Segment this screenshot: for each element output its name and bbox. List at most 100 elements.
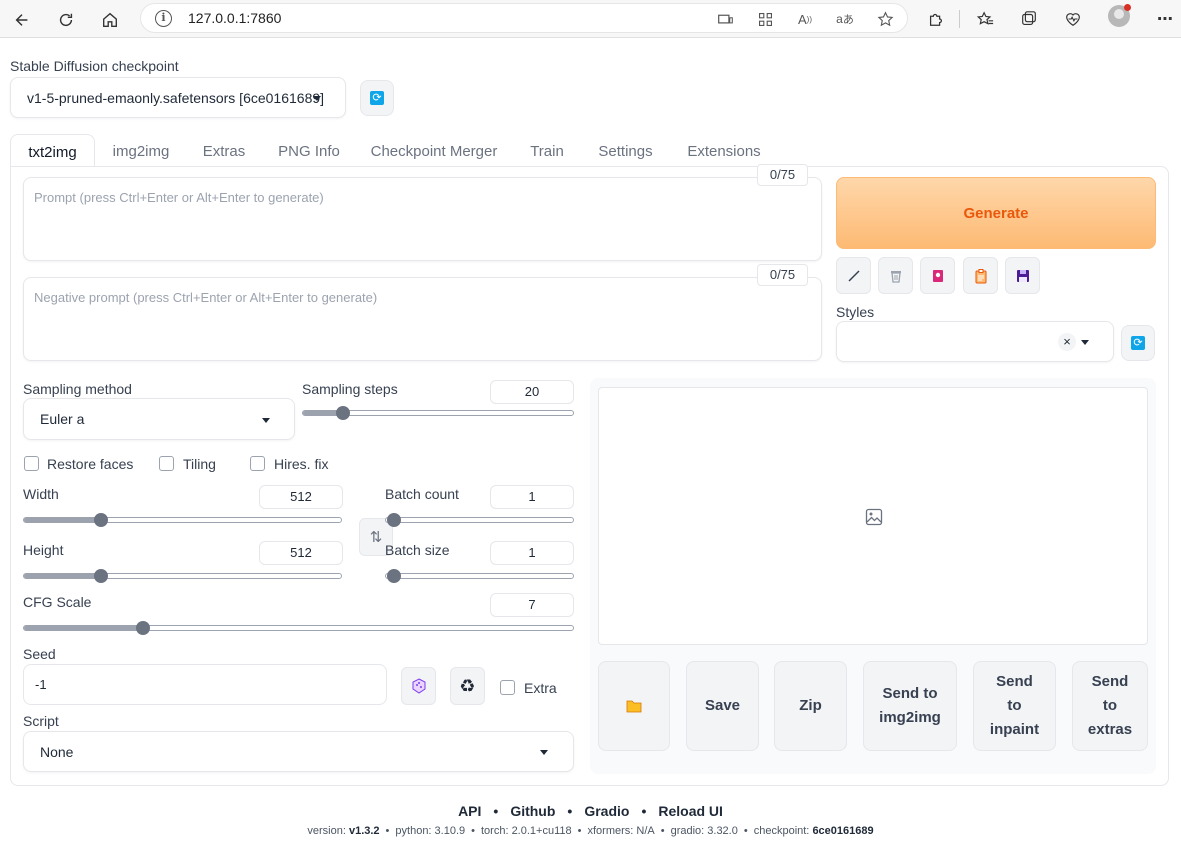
checkpoint-select[interactable]: v1-5-pruned-emaonly.safetensors [6ce0161… [10,77,346,118]
sampling-steps-input[interactable]: 20 [490,380,574,404]
footer-link-github[interactable]: Github [510,803,555,819]
send-to-extras-button[interactable]: Send to extras [1072,661,1148,751]
more-menu-icon[interactable]: ⋯ [1152,6,1178,32]
footer-link-api[interactable]: API [458,803,481,819]
footer-dot: • [660,825,665,837]
negative-prompt-input[interactable]: Negative prompt (press Ctrl+Enter or Alt… [23,277,822,361]
trash-icon [890,270,901,283]
footer-dot: • [471,825,475,837]
image-placeholder-icon [865,508,883,526]
sampling-steps-slider[interactable] [302,406,574,420]
collections-icon[interactable] [1016,6,1042,32]
read-params-button[interactable] [836,257,871,294]
reload-icon[interactable] [52,6,80,34]
negative-prompt-placeholder: Negative prompt (press Ctrl+Enter or Alt… [34,290,378,305]
version-value: v1.3.2 [348,825,380,837]
python-version: python: 3.10.9 [395,825,466,837]
styles-refresh-button[interactable]: ⟳ [1121,325,1155,361]
tab-img2img[interactable]: img2img [101,134,181,167]
slider-fill [24,518,102,522]
tab-checkpoint-merger[interactable]: Checkpoint Merger [363,134,505,167]
batch-size-input[interactable]: 1 [490,541,574,565]
browser-essentials-icon[interactable] [1060,6,1086,32]
height-slider[interactable] [23,569,342,583]
script-select[interactable]: None [23,731,574,772]
height-input[interactable]: 512 [259,541,343,565]
read-aloud-icon[interactable]: A)) [796,10,814,28]
save-style-button[interactable] [1005,257,1040,294]
tab-extras[interactable]: Extras [195,134,253,167]
favorite-star-icon[interactable] [876,10,894,28]
batch-size-slider[interactable] [385,569,574,583]
slider-thumb[interactable] [136,621,150,635]
clear-x-icon[interactable]: × [1058,333,1076,351]
footer-dot: • [493,803,499,819]
script-label: Script [23,713,59,729]
tab-settings[interactable]: Settings [588,134,663,167]
zip-button[interactable]: Zip [774,661,847,751]
slider-thumb[interactable] [94,569,108,583]
translate-icon[interactable]: aあ [836,10,854,28]
random-seed-button[interactable] [401,667,436,705]
batch-count-input[interactable]: 1 [490,485,574,509]
profile-notification-dot [1124,4,1131,11]
styles-select[interactable]: × [836,321,1114,362]
tab-png-info[interactable]: PNG Info [269,134,349,167]
tiling-checkbox[interactable] [159,456,174,471]
seed-value: -1 [35,677,47,692]
prompt-input[interactable]: Prompt (press Ctrl+Enter or Alt+Enter to… [23,177,822,261]
tab-txt2img[interactable]: txt2img [10,134,95,167]
tab-train[interactable]: Train [521,134,573,167]
tab-extensions[interactable]: Extensions [678,134,770,167]
checkpoint-refresh-button[interactable]: ⟳ [360,80,394,116]
favorites-icon[interactable] [972,6,998,32]
width-slider[interactable] [23,513,342,527]
device-icon[interactable] [716,10,734,28]
slider-thumb[interactable] [387,513,401,527]
sampling-method-select[interactable]: Euler a [23,398,295,440]
reuse-seed-button[interactable]: ♻ [450,667,485,705]
negative-prompt-token-counter: 0/75 [757,264,808,286]
slider-thumb[interactable] [336,406,350,420]
footer-links: API • Github • Gradio • Reload UI [0,803,1181,819]
cfg-scale-slider[interactable] [23,621,574,635]
footer-link-gradio[interactable]: Gradio [584,803,629,819]
site-info-icon[interactable]: i [155,10,172,27]
sampling-steps-label: Sampling steps [302,381,398,397]
save-button[interactable]: Save [686,661,759,751]
extra-seed-checkbox[interactable] [500,680,515,695]
output-image [598,387,1148,645]
batch-size-label: Batch size [385,542,450,558]
floppy-disk-icon [1016,269,1029,282]
xformers-version: xformers: N/A [587,825,655,837]
extra-networks-button[interactable] [920,257,955,294]
footer-link-reload-ui[interactable]: Reload UI [658,803,723,819]
width-input[interactable]: 512 [259,485,343,509]
checkpoint-hash-label: checkpoint: [753,825,810,837]
restore-faces-checkbox[interactable] [24,456,39,471]
seed-input[interactable]: -1 [23,664,387,705]
cfg-scale-input[interactable]: 7 [490,593,574,617]
home-icon[interactable] [96,6,124,34]
batch-count-slider[interactable] [385,513,574,527]
address-bar[interactable]: i 127.0.0.1:7860 A)) aあ [140,3,908,33]
send-to-img2img-button[interactable]: Send to img2img [863,661,957,751]
seed-label: Seed [23,646,56,662]
footer-dot: • [567,803,573,819]
refresh-icon: ⟳ [370,91,384,105]
send-to-inpaint-button[interactable]: Send to inpaint [973,661,1056,751]
slider-thumb[interactable] [94,513,108,527]
footer-version-info: version: v1.3.2 • python: 3.10.9 • torch: 2.… [0,825,1181,837]
generate-button[interactable]: Generate [836,177,1156,249]
apply-style-button[interactable] [963,257,998,294]
slider-thumb[interactable] [387,569,401,583]
hires-fix-checkbox[interactable] [250,456,265,471]
extra-seed-label: Extra [524,680,557,696]
back-icon[interactable] [8,6,36,34]
apps-icon[interactable] [756,10,774,28]
open-folder-button[interactable] [598,661,670,751]
extensions-puzzle-icon[interactable] [923,6,949,32]
checkpoint-value: v1-5-pruned-emaonly.safetensors [6ce0161… [27,89,325,106]
clear-prompt-button[interactable] [878,257,913,294]
footer-dot: • [641,803,647,819]
